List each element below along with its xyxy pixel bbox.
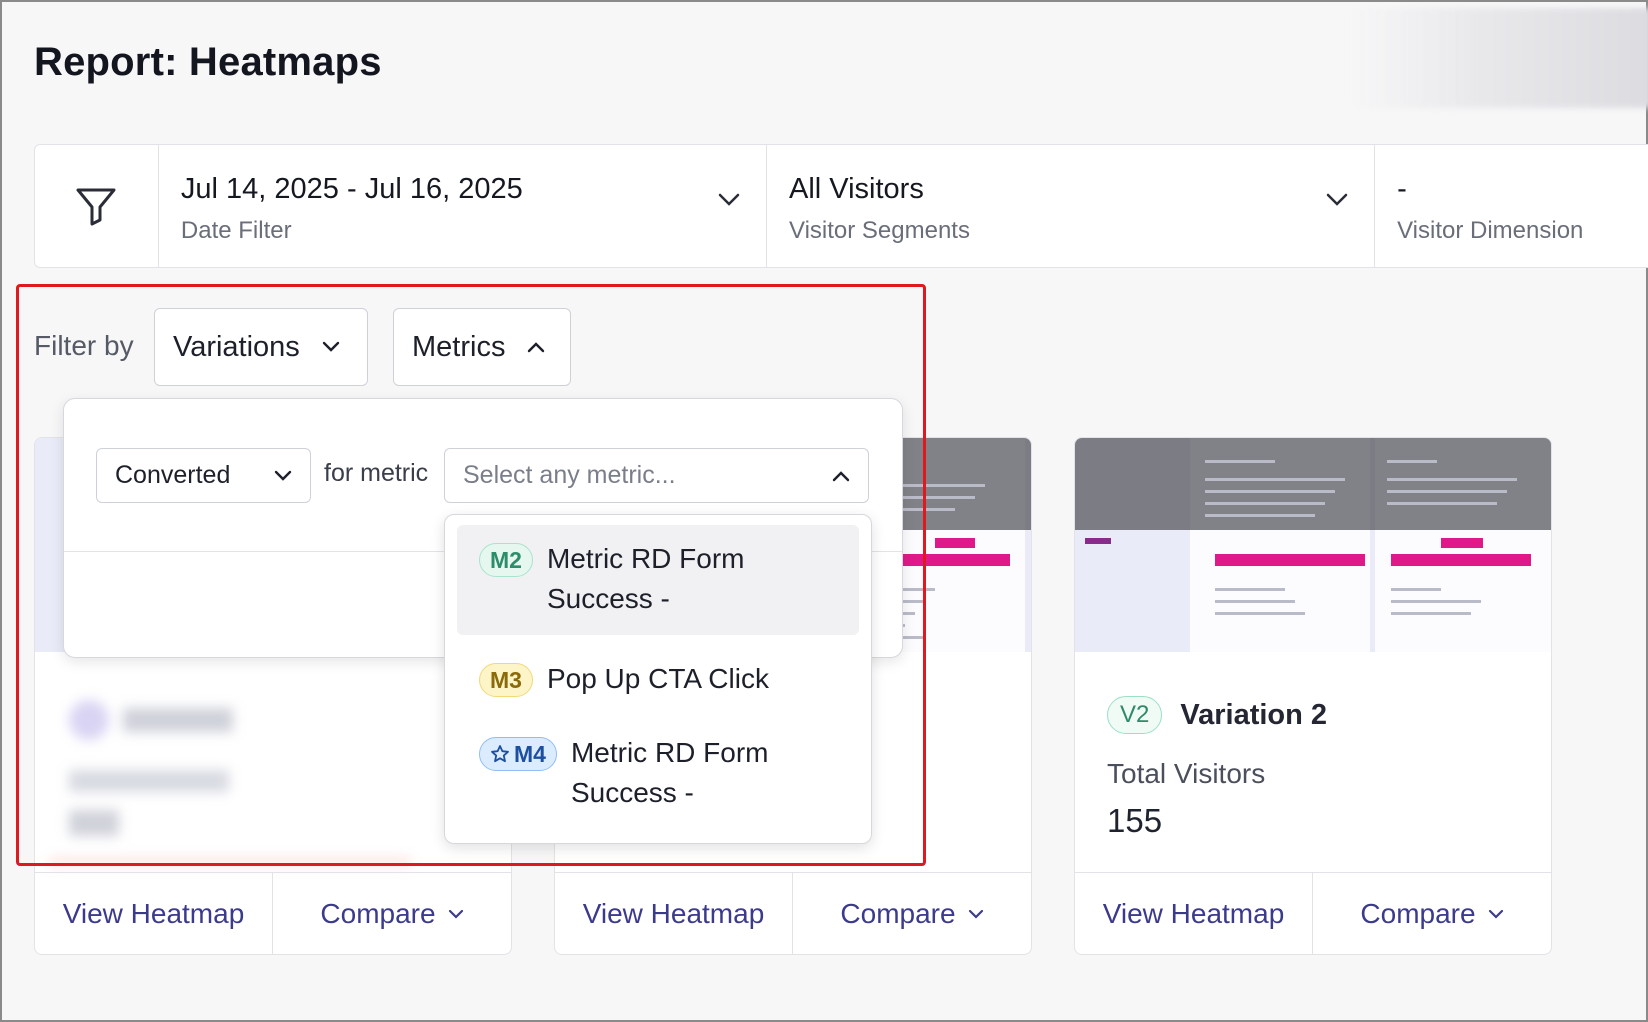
compare-label: Compare [320, 897, 436, 929]
page-title: Report: Heatmaps [34, 40, 382, 84]
variations-label: Variations [173, 330, 300, 363]
chevron-down-icon [274, 470, 292, 481]
total-visitors-label: Total Visitors [1107, 758, 1266, 789]
dimension-label: Visitor Dimension [1397, 217, 1584, 244]
star-icon [491, 745, 509, 763]
blurred-header-actions [1352, 8, 1648, 108]
compare-label: Compare [1360, 897, 1476, 929]
metric-option-label: Pop Up CTA Click [546, 663, 769, 694]
chevron-down-icon [322, 341, 340, 352]
filter-by-label: Filter by [34, 330, 134, 361]
variation-name: Variation 2 [1180, 698, 1328, 731]
compare-dropdown[interactable]: Compare [1313, 873, 1551, 954]
visitor-segments-filter[interactable]: All Visitors Visitor Segments [767, 145, 1376, 267]
metric-option-m3[interactable]: M3 Pop Up CTA Click [457, 645, 859, 715]
chevron-up-icon [832, 470, 850, 481]
compare-dropdown[interactable]: Compare [273, 873, 511, 954]
funnel-icon [76, 188, 116, 226]
segments-label: Visitor Segments [789, 217, 970, 244]
chevron-down-icon [718, 193, 740, 206]
chevron-down-icon [968, 909, 983, 919]
metric-badge: M2 [479, 543, 533, 577]
chevron-up-icon [528, 342, 545, 353]
metric-option-label: Metric RD Form Success - [570, 737, 769, 808]
chevron-down-icon [1488, 909, 1503, 919]
compare-label: Compare [840, 897, 956, 929]
filter-toggle[interactable] [35, 145, 159, 267]
metric-options-list: M2 Metric RD Form Success - M3 Pop Up CT… [444, 514, 872, 844]
view-heatmap-button[interactable]: View Heatmap [1075, 873, 1313, 954]
date-filter-value: Jul 14, 2025 - Jul 16, 2025 [180, 173, 523, 205]
condition-value: Converted [115, 461, 231, 489]
view-heatmap-button[interactable]: View Heatmap [35, 873, 273, 954]
metric-option-m4[interactable]: M4 Metric RD Form Success - [457, 719, 859, 829]
date-filter[interactable]: Jul 14, 2025 - Jul 16, 2025 Date Filter [159, 145, 767, 267]
compare-dropdown[interactable]: Compare [793, 873, 1031, 954]
variation-badge: V2 [1107, 696, 1163, 734]
metric-badge: M3 [479, 663, 533, 697]
for-metric-label: for metric [324, 459, 429, 487]
segments-value: All Visitors [789, 173, 924, 205]
report-filter-bar: Jul 14, 2025 - Jul 16, 2025 Date Filter … [34, 144, 1648, 268]
visitor-dimension-filter[interactable]: - Visitor Dimension [1375, 145, 1648, 267]
conversion-condition-select[interactable]: Converted [96, 448, 311, 503]
chevron-down-icon [448, 909, 463, 919]
chevron-down-icon [1326, 193, 1348, 206]
date-filter-label: Date Filter [180, 217, 292, 244]
heatmap-thumbnail[interactable] [1075, 438, 1551, 652]
variation-card-3: V2 Variation 2 Total Visitors 155 View H… [1074, 437, 1552, 955]
metric-option-label: Metric RD Form Success - [546, 543, 745, 614]
metric-option-m2[interactable]: M2 Metric RD Form Success - [457, 525, 859, 635]
metric-select[interactable]: Select any metric... [444, 448, 869, 503]
variations-dropdown[interactable]: Variations [154, 308, 368, 386]
dimension-value: - [1397, 173, 1407, 205]
metric-placeholder: Select any metric... [463, 461, 676, 489]
metrics-label: Metrics [412, 330, 506, 363]
metrics-dropdown[interactable]: Metrics [393, 308, 571, 386]
blurred-card-details [49, 680, 411, 866]
view-heatmap-button[interactable]: View Heatmap [555, 873, 793, 954]
metric-badge-starred: M4 [479, 737, 557, 771]
total-visitors-value: 155 [1107, 802, 1163, 839]
